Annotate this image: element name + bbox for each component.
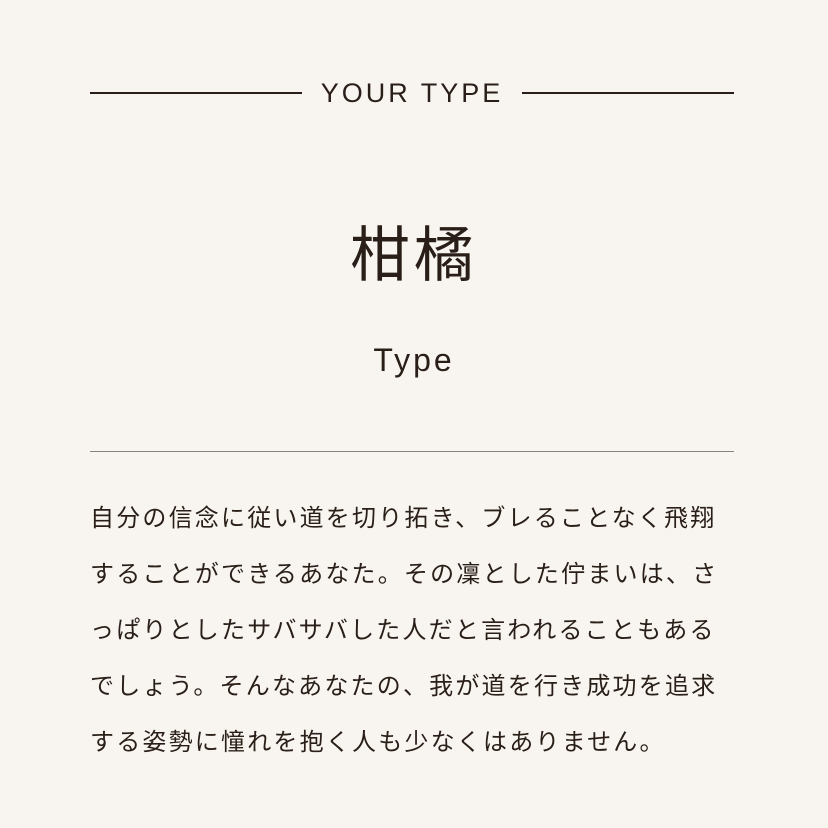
eyebrow-label: YOUR TYPE	[320, 77, 504, 108]
header-row: YOUR TYPE	[90, 72, 734, 114]
type-description: 自分の信念に従い道を切り拓き、ブレることなく飛翔することができるあなた。その凜と…	[90, 504, 719, 756]
type-result-card: YOUR TYPE 柑橘 Type 自分の信念に従い道を切り拓き、ブレることなく…	[0, 0, 828, 828]
header-rule-left	[90, 92, 302, 94]
section-divider	[90, 451, 734, 452]
type-subtitle: Type	[373, 342, 455, 378]
type-name: 柑橘	[350, 221, 478, 291]
header-rule-right	[521, 92, 734, 94]
